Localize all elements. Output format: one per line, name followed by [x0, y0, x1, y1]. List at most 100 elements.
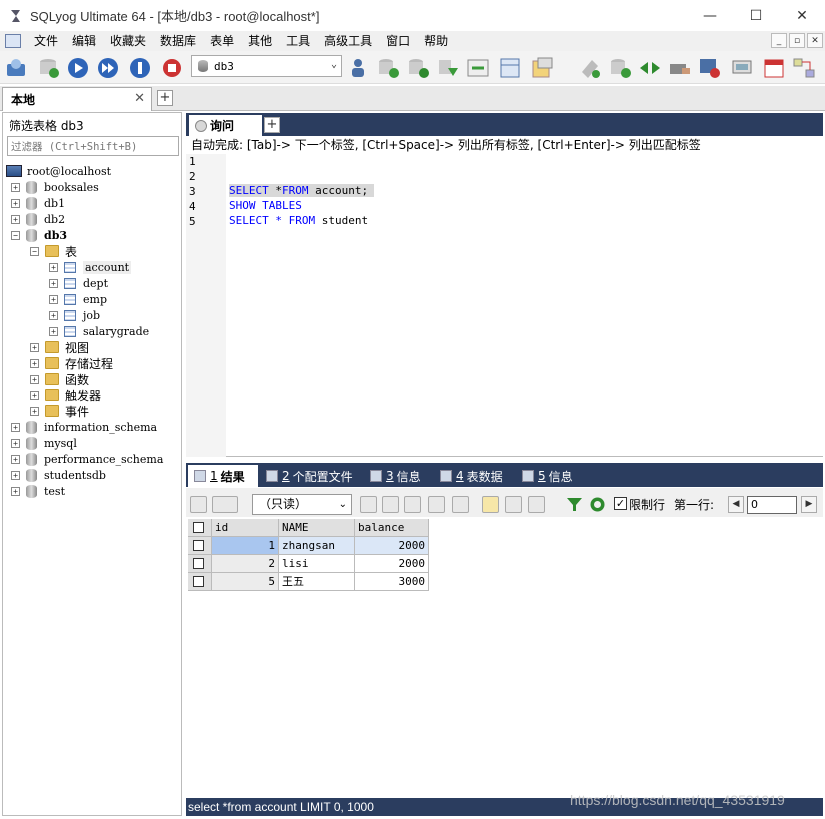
limit-rows-checkbox[interactable]: ✓ [614, 497, 627, 510]
grid-view-icon[interactable] [482, 496, 499, 513]
expand-icon[interactable]: + [30, 374, 39, 384]
execute-query-icon[interactable] [66, 56, 90, 80]
cell-id[interactable]: 1 [212, 537, 279, 555]
expand-icon[interactable]: + [30, 342, 39, 352]
data-sync-icon[interactable] [638, 56, 662, 80]
database-selector[interactable]: db3 ⌄ [191, 55, 342, 77]
column-header-name[interactable]: NAME [279, 519, 355, 537]
checkbox[interactable] [193, 522, 204, 533]
tab-info[interactable]: 5 信息 [516, 465, 573, 487]
column-header-id[interactable]: id [212, 519, 279, 537]
maximize-button[interactable]: ☐ [733, 0, 779, 31]
minimize-button[interactable]: — [687, 0, 733, 31]
delete-icon[interactable] [428, 496, 445, 513]
refresh-icon[interactable] [589, 496, 606, 513]
expand-icon[interactable]: + [30, 406, 39, 416]
document-icon[interactable] [5, 34, 21, 48]
first-row-input[interactable]: 0 [747, 496, 797, 514]
expand-icon[interactable]: + [49, 310, 58, 320]
tree-db-db1[interactable]: + db1 [11, 195, 65, 211]
tree-table-dept[interactable]: + dept [49, 275, 108, 291]
expand-icon[interactable]: + [30, 390, 39, 400]
form-view-icon[interactable] [505, 496, 522, 513]
filter-input[interactable]: 过滤器 (Ctrl+Shift+B) [7, 136, 179, 156]
insert-row-icon[interactable] [360, 496, 377, 513]
query-builder-icon[interactable] [530, 56, 554, 80]
tree-db-information-schema[interactable]: + information_schema [11, 419, 157, 435]
export-menu-icon[interactable] [212, 496, 238, 513]
tab-result[interactable]: 1 结果 [188, 465, 258, 487]
scheduler-icon[interactable] [668, 56, 692, 80]
row-selector[interactable] [188, 537, 212, 555]
expand-icon[interactable]: + [11, 422, 20, 432]
expand-icon[interactable]: + [11, 486, 20, 496]
row-selector[interactable] [188, 555, 212, 573]
menu-advanced-tools[interactable]: 高级工具 [317, 31, 379, 51]
schema-designer-icon[interactable] [498, 56, 522, 80]
tree-db-mysql[interactable]: + mysql [11, 435, 77, 451]
new-connection-icon[interactable] [4, 56, 28, 80]
menu-help[interactable]: 帮助 [417, 31, 455, 51]
expand-icon[interactable]: + [49, 326, 58, 336]
column-header-balance[interactable]: balance [355, 519, 429, 537]
expand-icon[interactable]: + [49, 278, 58, 288]
expand-icon[interactable]: + [11, 214, 20, 224]
execute-all-icon[interactable] [96, 56, 120, 80]
expand-icon[interactable]: + [11, 438, 20, 448]
prev-page-button[interactable]: ◀ [728, 496, 744, 513]
tree-server[interactable]: root@localhost [6, 163, 111, 179]
expand-icon[interactable]: + [11, 454, 20, 464]
menu-window[interactable]: 窗口 [379, 31, 417, 51]
cell-balance[interactable]: 3000 [355, 573, 429, 591]
tab-messages[interactable]: 3 信息 [364, 465, 421, 487]
menu-table[interactable]: 表单 [203, 31, 241, 51]
tree-db-studentsdb[interactable]: + studentsdb [11, 467, 106, 483]
expand-icon[interactable]: + [30, 358, 39, 368]
tree-folder-functions[interactable]: + 函数 [30, 371, 89, 387]
tree-folder-procedures[interactable]: + 存储过程 [30, 355, 113, 371]
schema-sync-icon[interactable] [608, 56, 632, 80]
connection-tab-local[interactable]: 本地 ✕ [2, 87, 152, 111]
menu-favorites[interactable]: 收藏夹 [103, 31, 153, 51]
tree-db-test[interactable]: + test [11, 483, 65, 499]
collapse-icon[interactable]: − [11, 230, 20, 240]
text-view-icon[interactable] [528, 496, 545, 513]
cell-balance[interactable]: 2000 [355, 537, 429, 555]
sync-icon[interactable] [578, 56, 602, 80]
tree-table-salarygrade[interactable]: + salarygrade [49, 323, 149, 339]
collapse-icon[interactable]: − [30, 246, 39, 256]
checkbox[interactable] [193, 540, 204, 551]
mdi-close-button[interactable]: ✕ [807, 33, 823, 48]
user-manager-icon[interactable] [346, 56, 370, 80]
tree-folder-triggers[interactable]: + 触发器 [30, 387, 101, 403]
export-icon[interactable] [190, 496, 207, 513]
tree-table-account[interactable]: + account [49, 259, 132, 275]
select-all-cell[interactable] [188, 519, 212, 537]
query-tab[interactable]: 询问 [189, 115, 262, 136]
execute-edit-icon[interactable] [128, 56, 152, 80]
calendar-icon[interactable] [762, 56, 786, 80]
close-button[interactable]: ✕ [779, 0, 825, 31]
sql-editor[interactable]: 1 2 3 4 5 SELECT *FROM account; SHOW TAB… [186, 154, 823, 457]
menu-edit[interactable]: 编辑 [65, 31, 103, 51]
menu-file[interactable]: 文件 [27, 31, 65, 51]
tree-folder-views[interactable]: + 视图 [30, 339, 89, 355]
mdi-minimize-button[interactable]: _ [771, 33, 787, 48]
row-selector[interactable] [188, 573, 212, 591]
restore-db-icon[interactable] [406, 56, 430, 80]
import-icon[interactable] [466, 56, 490, 80]
expand-icon[interactable]: + [49, 294, 58, 304]
tree-folder-tables[interactable]: − 表 [30, 243, 77, 259]
backup-db-icon[interactable] [376, 56, 400, 80]
new-query-icon[interactable] [36, 56, 60, 80]
copy-db-icon[interactable] [436, 56, 460, 80]
tree-folder-events[interactable]: + 事件 [30, 403, 89, 419]
tree-table-job[interactable]: + job [49, 307, 100, 323]
cell-id[interactable]: 2 [212, 555, 279, 573]
job-agent-icon[interactable] [698, 56, 722, 80]
expand-icon[interactable]: + [11, 198, 20, 208]
tree-db-db3[interactable]: − db3 [11, 227, 67, 243]
cancel-icon[interactable] [452, 496, 469, 513]
menu-database[interactable]: 数据库 [153, 31, 203, 51]
edit-mode-select[interactable]: （只读） ⌄ [252, 494, 352, 515]
